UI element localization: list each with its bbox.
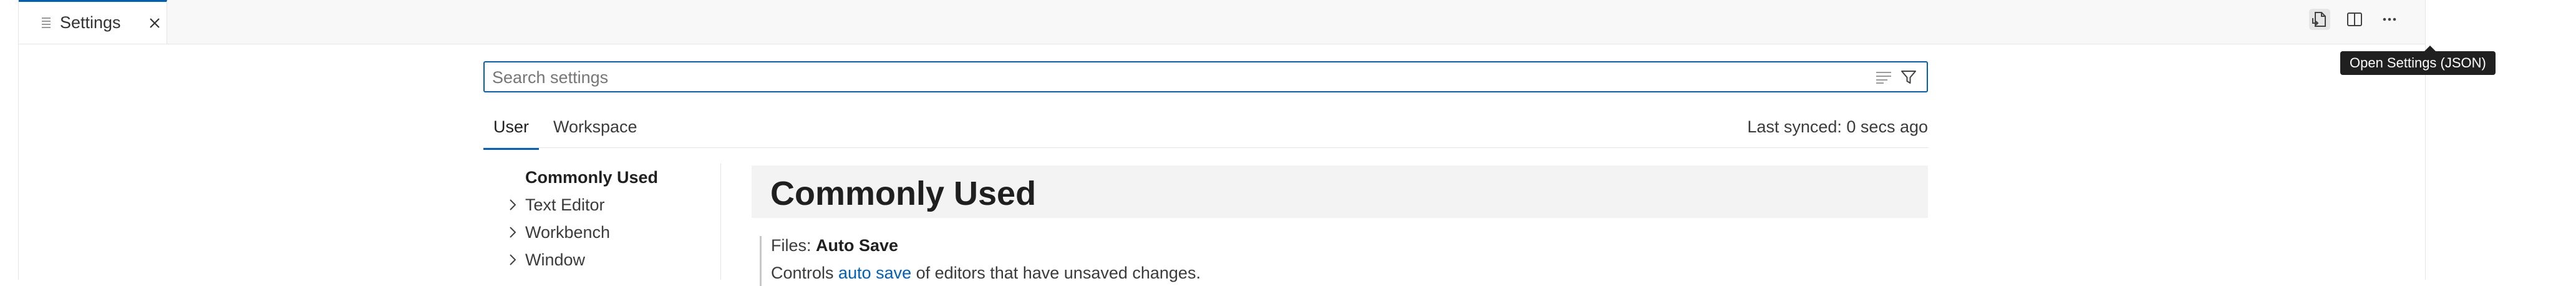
- toc-item-commonly-used[interactable]: Commonly Used: [483, 164, 720, 191]
- chevron-right-icon: [505, 252, 520, 267]
- clear-filter-icon[interactable]: [1874, 69, 1893, 86]
- toc-item-workbench[interactable]: Workbench: [483, 219, 720, 246]
- tab-label: Settings: [60, 13, 121, 32]
- editor-actions: [2309, 9, 2400, 30]
- chevron-right-icon: [505, 197, 520, 212]
- section-header: Commonly Used: [752, 165, 1928, 218]
- file-icon: [39, 14, 54, 32]
- chevron-right-icon: [505, 225, 520, 240]
- more-actions-icon[interactable]: [2379, 9, 2400, 30]
- settings-scope-tabs: User Workspace Last synced: 0 secs ago: [483, 105, 1928, 150]
- settings-toc: Commonly Used Text Editor Workbench Wind…: [483, 164, 720, 274]
- setting-category: Files:: [771, 236, 816, 255]
- close-icon[interactable]: [145, 13, 165, 33]
- tab-bar: Settings: [19, 0, 2425, 44]
- setting-files-auto-save: Files: Auto Save Controls auto save of e…: [760, 236, 1928, 286]
- search-input[interactable]: [491, 65, 1853, 90]
- setting-name: Auto Save: [816, 236, 899, 255]
- toc-item-label: Workbench: [525, 222, 611, 242]
- toc-item-label: Window: [525, 250, 586, 269]
- filter-icon[interactable]: [1899, 68, 1918, 87]
- toc-item-label: Text Editor: [525, 195, 605, 214]
- tab-settings[interactable]: Settings: [19, 0, 167, 44]
- toc-item-text-editor[interactable]: Text Editor: [483, 191, 720, 219]
- section-title: Commonly Used: [770, 175, 1037, 212]
- sync-status: Last synced: 0 secs ago: [1747, 117, 1928, 136]
- setting-title: Files: Auto Save: [771, 236, 898, 255]
- tab-workspace[interactable]: Workspace: [543, 117, 647, 148]
- toc-divider: [720, 164, 721, 280]
- split-editor-icon[interactable]: [2344, 9, 2365, 30]
- search-box: [483, 61, 1928, 92]
- open-json-icon[interactable]: [2309, 9, 2330, 30]
- toc-item-label: Commonly Used: [525, 167, 659, 187]
- toc-item-window[interactable]: Window: [483, 246, 720, 274]
- tab-user[interactable]: User: [483, 117, 540, 150]
- setting-description: Controls auto save of editors that have …: [771, 264, 1201, 283]
- tooltip-open-settings-json: Open Settings (JSON): [2340, 46, 2496, 75]
